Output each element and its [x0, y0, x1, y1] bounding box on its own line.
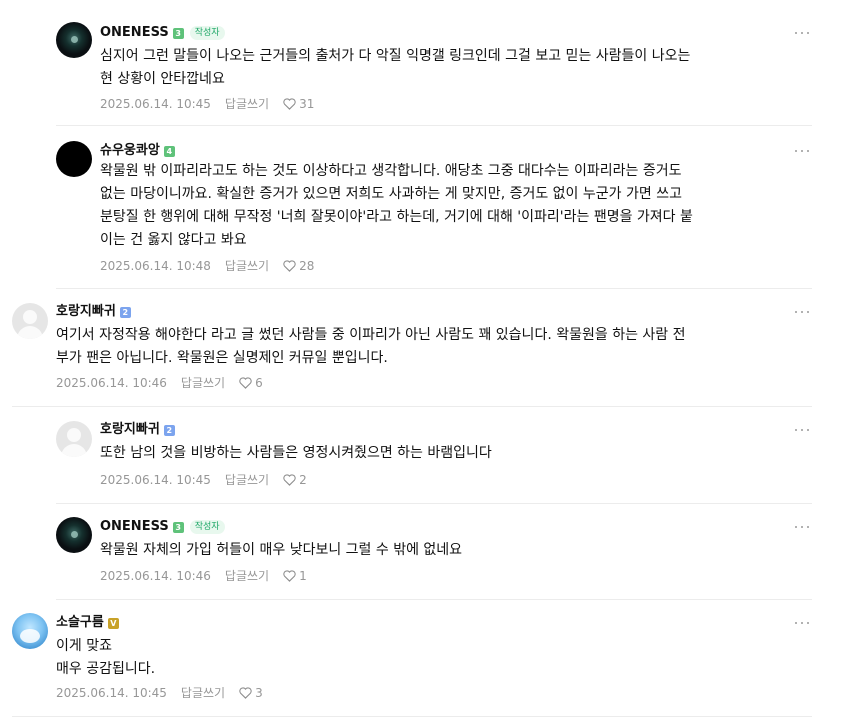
comment-item: 호랑지빠귀 2 또한 남의 것을 비방하는 사람들은 영정시켜줬으면 하는 바램…: [56, 408, 812, 504]
comment-header: 슈우웅콰앙 4: [100, 143, 175, 159]
like-button[interactable]: 3: [239, 686, 263, 700]
more-options-icon[interactable]: [794, 145, 810, 157]
more-options-icon[interactable]: [794, 521, 810, 533]
heart-icon: [283, 570, 296, 582]
comment-date: 2025.06.14. 10:45: [56, 686, 167, 700]
reply-button[interactable]: 답글쓰기: [181, 686, 225, 700]
comment-meta: 2025.06.14. 10:45 답글쓰기 31: [100, 97, 314, 111]
comment-header: 소슬구름 V: [56, 615, 119, 631]
reply-button[interactable]: 답글쓰기: [181, 376, 225, 390]
heart-icon: [283, 474, 296, 486]
like-count: 31: [299, 97, 315, 111]
like-count: 6: [255, 376, 263, 390]
level-icon: 3: [172, 27, 184, 39]
comment-date: 2025.06.14. 10:48: [100, 259, 211, 273]
author-name[interactable]: 소슬구름: [56, 615, 104, 631]
comment-meta: 2025.06.14. 10:46 답글쓰기 1: [100, 569, 307, 583]
comment-item: ONENESS 3 작성자 왁물원 자체의 가입 허들이 매우 낮다보니 그럴 …: [56, 505, 812, 600]
comment-header: ONENESS 3 작성자: [100, 519, 225, 535]
level-icon: 2: [119, 306, 131, 318]
reply-button[interactable]: 답글쓰기: [225, 259, 269, 273]
comment-item: ONENESS 3 작성자 심지어 그런 말들이 나오는 근거들의 출처가 다 …: [56, 0, 812, 126]
author-name[interactable]: ONENESS: [100, 519, 169, 535]
comment-meta: 2025.06.14. 10:45 답글쓰기 2: [100, 473, 307, 487]
author-name[interactable]: 호랑지빠귀: [56, 304, 116, 320]
comment-item: 호랑지빠귀 2 여기서 자정작용 해야한다 라고 글 썼던 사람들 중 이파리가…: [12, 290, 812, 407]
like-count: 28: [299, 259, 315, 273]
reply-button[interactable]: 답글쓰기: [225, 97, 269, 111]
more-options-icon[interactable]: [794, 306, 810, 318]
level-icon: 2: [163, 424, 175, 436]
more-options-icon[interactable]: [794, 424, 810, 436]
comment-text: 심지어 그런 말들이 나오는 근거들의 출처가 다 악질 익명갤 링크인데 그걸…: [100, 48, 691, 87]
comment-meta: 2025.06.14. 10:46 답글쓰기 6: [56, 376, 263, 390]
more-options-icon[interactable]: [794, 27, 810, 39]
like-button[interactable]: 2: [283, 473, 307, 487]
more-options-icon[interactable]: [794, 617, 810, 629]
comment-text: 또한 남의 것을 비방하는 사람들은 영정시켜줬으면 하는 바램입니다: [100, 445, 492, 461]
heart-icon: [239, 687, 252, 699]
author-name[interactable]: 호랑지빠귀: [100, 422, 160, 438]
comment-text: 왁물원 자체의 가입 허들이 매우 낮다보니 그럴 수 밖에 없네요: [100, 542, 463, 558]
comment-meta: 2025.06.14. 10:45 답글쓰기 3: [56, 686, 263, 700]
comment-date: 2025.06.14. 10:45: [100, 473, 211, 487]
avatar[interactable]: [56, 421, 92, 457]
avatar[interactable]: [12, 303, 48, 339]
comment-date: 2025.06.14. 10:45: [100, 97, 211, 111]
comment-header: 호랑지빠귀 2: [56, 304, 131, 320]
comment-header: ONENESS 3 작성자: [100, 25, 225, 41]
comment-text: 이게 맞죠 매우 공감됩니다.: [56, 638, 156, 677]
like-count: 3: [255, 686, 263, 700]
comment-date: 2025.06.14. 10:46: [100, 569, 211, 583]
like-button[interactable]: 1: [283, 569, 307, 583]
reply-button[interactable]: 답글쓰기: [225, 473, 269, 487]
author-name[interactable]: 슈우웅콰앙: [100, 143, 160, 159]
author-badge: 작성자: [189, 520, 225, 534]
avatar[interactable]: [56, 22, 92, 58]
level-icon: 3: [172, 521, 184, 533]
reply-button[interactable]: 답글쓰기: [225, 569, 269, 583]
like-button[interactable]: 31: [283, 97, 314, 111]
like-count: 1: [299, 569, 307, 583]
like-count: 2: [299, 473, 307, 487]
comment-item: 소슬구름 V 이게 맞죠 매우 공감됩니다. 2025.06.14. 10:45…: [12, 601, 812, 717]
avatar[interactable]: [56, 141, 92, 177]
like-button[interactable]: 6: [239, 376, 263, 390]
author-name[interactable]: ONENESS: [100, 25, 169, 41]
level-icon: 4: [163, 145, 175, 157]
comment-text: 왁물원 밖 이파리라고도 하는 것도 이상하다고 생각합니다. 애당초 그중 대…: [100, 163, 693, 248]
avatar[interactable]: [56, 517, 92, 553]
comment-date: 2025.06.14. 10:46: [56, 376, 167, 390]
avatar[interactable]: [12, 613, 48, 649]
heart-icon: [283, 260, 296, 272]
level-icon: V: [107, 617, 119, 629]
heart-icon: [239, 377, 252, 389]
comment-meta: 2025.06.14. 10:48 답글쓰기 28: [100, 259, 314, 273]
like-button[interactable]: 28: [283, 259, 314, 273]
comment-text: 여기서 자정작용 해야한다 라고 글 썼던 사람들 중 이파리가 아닌 사람도 …: [56, 327, 686, 366]
heart-icon: [283, 98, 296, 110]
comment-item: 슈우웅콰앙 4 왁물원 밖 이파리라고도 하는 것도 이상하다고 생각합니다. …: [56, 127, 812, 289]
comment-header: 호랑지빠귀 2: [100, 422, 175, 438]
author-badge: 작성자: [189, 26, 225, 40]
